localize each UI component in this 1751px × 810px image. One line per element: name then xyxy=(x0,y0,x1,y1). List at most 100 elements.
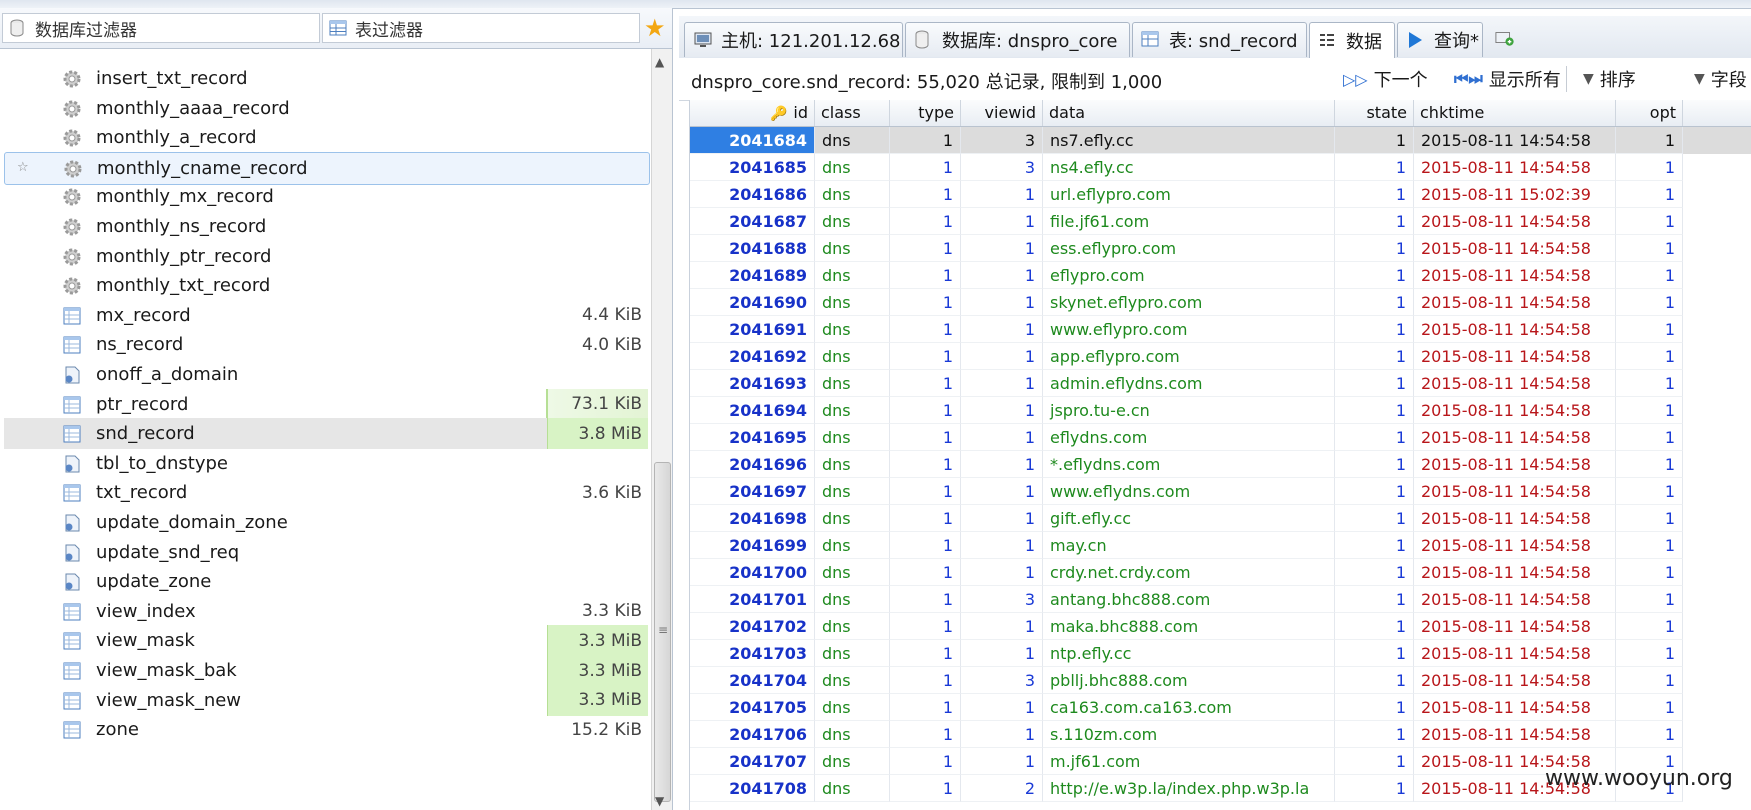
cell-state[interactable]: 1 xyxy=(1335,424,1414,451)
tab-data[interactable]: 数据 xyxy=(1309,22,1395,59)
cell-type[interactable]: 1 xyxy=(890,559,961,586)
cell-data[interactable]: ca163.com.ca163.com xyxy=(1043,694,1335,721)
cell-viewid[interactable]: 1 xyxy=(961,640,1043,667)
cell-opt[interactable]: 1 xyxy=(1616,721,1683,748)
cell-chktime[interactable]: 2015-08-11 14:54:58 xyxy=(1414,397,1616,424)
cell-state[interactable]: 1 xyxy=(1335,397,1414,424)
cell-id[interactable]: 2041706 xyxy=(690,721,815,748)
tree-item-insert-txt-record[interactable]: insert_txt_record xyxy=(4,63,648,94)
cell-type[interactable]: 1 xyxy=(890,667,961,694)
cell-type[interactable]: 1 xyxy=(890,316,961,343)
cell-id[interactable]: 2041688 xyxy=(690,235,815,262)
tree-scrollbar[interactable]: ▲ ≡ ▼ xyxy=(651,49,672,810)
cell-id[interactable]: 2041703 xyxy=(690,640,815,667)
cell-viewid[interactable]: 1 xyxy=(961,370,1043,397)
cell-data[interactable]: antang.bhc888.com xyxy=(1043,586,1335,613)
cell-type[interactable]: 1 xyxy=(890,127,961,154)
cell-id[interactable]: 2041698 xyxy=(690,505,815,532)
cell-class[interactable]: dns xyxy=(815,262,890,289)
cell-opt[interactable]: 1 xyxy=(1616,478,1683,505)
cell-chktime[interactable]: 2015-08-11 14:54:58 xyxy=(1414,154,1616,181)
cell-state[interactable]: 1 xyxy=(1335,235,1414,262)
cell-state[interactable]: 1 xyxy=(1335,640,1414,667)
cell-viewid[interactable]: 1 xyxy=(961,181,1043,208)
cell-type[interactable]: 1 xyxy=(890,775,961,802)
table-row[interactable]: 2041702 dns 1 1 maka.bhc888.com 1 2015-08-11 1… xyxy=(690,613,1751,640)
cell-class[interactable]: dns xyxy=(815,694,890,721)
cell-state[interactable]: 1 xyxy=(1335,343,1414,370)
cell-viewid[interactable]: 1 xyxy=(961,343,1043,370)
cell-id[interactable]: 2041685 xyxy=(690,154,815,181)
cell-opt[interactable]: 1 xyxy=(1616,505,1683,532)
cell-data[interactable]: pbllj.bhc888.com xyxy=(1043,667,1335,694)
cell-class[interactable]: dns xyxy=(815,424,890,451)
tree-item-monthly-aaaa-record[interactable]: monthly_aaaa_record xyxy=(4,93,648,124)
tree-item-monthly-ptr-record[interactable]: monthly_ptr_record xyxy=(4,241,648,272)
cell-data[interactable]: url.eflypro.com xyxy=(1043,181,1335,208)
tree-item-view-mask-new[interactable]: view_mask_new 3.3 MiB xyxy=(4,684,648,716)
tab-query[interactable]: 查询* xyxy=(1397,22,1483,57)
table-row[interactable]: 2041705 dns 1 1 ca163.com.ca163.com 1 2015-08-… xyxy=(690,694,1751,721)
table-row[interactable]: 2041685 dns 1 3 ns4.efly.cc 1 2015-08-11 14:54… xyxy=(690,154,1751,181)
cell-data[interactable]: www.eflydns.com xyxy=(1043,478,1335,505)
cell-chktime[interactable]: 2015-08-11 14:54:58 xyxy=(1414,667,1616,694)
cell-viewid[interactable]: 3 xyxy=(961,154,1043,181)
cell-data[interactable]: eflydns.com xyxy=(1043,424,1335,451)
cell-data[interactable]: m.jf61.com xyxy=(1043,748,1335,775)
table-row[interactable]: 2041688 dns 1 1 ess.eflypro.com 1 2015-08-11 1… xyxy=(690,235,1751,262)
cell-viewid[interactable]: 1 xyxy=(961,451,1043,478)
cell-id[interactable]: 2041686 xyxy=(690,181,815,208)
cell-id[interactable]: 2041697 xyxy=(690,478,815,505)
cell-id[interactable]: 2041694 xyxy=(690,397,815,424)
table-row[interactable]: 2041698 dns 1 1 gift.efly.cc 1 2015-08-11 14:5… xyxy=(690,505,1751,532)
cell-opt[interactable]: 1 xyxy=(1616,586,1683,613)
cell-viewid[interactable]: 1 xyxy=(961,505,1043,532)
cell-type[interactable]: 1 xyxy=(890,586,961,613)
sort-button[interactable]: ▼ 排序 xyxy=(1583,66,1636,92)
tree-item-ptr-record[interactable]: ptr_record 73.1 KiB xyxy=(4,388,648,420)
cell-class[interactable]: dns xyxy=(815,640,890,667)
cell-type[interactable]: 1 xyxy=(890,451,961,478)
cell-id[interactable]: 2041705 xyxy=(690,694,815,721)
cell-viewid[interactable]: 1 xyxy=(961,289,1043,316)
cell-data[interactable]: ntp.efly.cc xyxy=(1043,640,1335,667)
cell-data[interactable]: www.eflypro.com xyxy=(1043,316,1335,343)
cell-opt[interactable]: 1 xyxy=(1616,397,1683,424)
cell-data[interactable]: ess.eflypro.com xyxy=(1043,235,1335,262)
cell-viewid[interactable]: 1 xyxy=(961,235,1043,262)
cell-state[interactable]: 1 xyxy=(1335,127,1414,154)
fields-button[interactable]: ▼ 字段 xyxy=(1694,66,1747,92)
cell-class[interactable]: dns xyxy=(815,721,890,748)
cell-id[interactable]: 2041696 xyxy=(690,451,815,478)
table-row[interactable]: 2041699 dns 1 1 may.cn 1 2015-08-11 14:54:58 1 xyxy=(690,532,1751,559)
tree-item-tbl-to-dnstype[interactable]: tbl_to_dnstype xyxy=(4,448,648,479)
column-header-state[interactable]: state xyxy=(1335,100,1414,126)
cell-data[interactable]: s.110zm.com xyxy=(1043,721,1335,748)
cell-type[interactable]: 1 xyxy=(890,478,961,505)
cell-state[interactable]: 1 xyxy=(1335,262,1414,289)
cell-data[interactable]: admin.eflydns.com xyxy=(1043,370,1335,397)
cell-viewid[interactable]: 2 xyxy=(961,775,1043,802)
new-tab-button[interactable] xyxy=(1487,22,1527,56)
cell-viewid[interactable]: 1 xyxy=(961,316,1043,343)
cell-data[interactable]: crdy.net.crdy.com xyxy=(1043,559,1335,586)
table-row[interactable]: 2041697 dns 1 1 www.eflydns.com 1 2015-08-11 1… xyxy=(690,478,1751,505)
cell-class[interactable]: dns xyxy=(815,667,890,694)
cell-class[interactable]: dns xyxy=(815,208,890,235)
cell-class[interactable]: dns xyxy=(815,451,890,478)
cell-type[interactable]: 1 xyxy=(890,532,961,559)
cell-chktime[interactable]: 2015-08-11 14:54:58 xyxy=(1414,127,1616,154)
column-header-class[interactable]: class xyxy=(815,100,890,126)
table-row[interactable]: 2041691 dns 1 1 www.eflypro.com 1 2015-08-11 1… xyxy=(690,316,1751,343)
tree-item-view-mask[interactable]: view_mask 3.3 MiB xyxy=(4,625,648,657)
cell-opt[interactable]: 1 xyxy=(1616,316,1683,343)
cell-class[interactable]: dns xyxy=(815,316,890,343)
cell-chktime[interactable]: 2015-08-11 14:54:58 xyxy=(1414,721,1616,748)
database-filter-input[interactable]: 数据库过滤器 xyxy=(2,13,320,43)
cell-state[interactable]: 1 xyxy=(1335,586,1414,613)
cell-id[interactable]: 2041691 xyxy=(690,316,815,343)
cell-class[interactable]: dns xyxy=(815,532,890,559)
cell-chktime[interactable]: 2015-08-11 14:54:58 xyxy=(1414,694,1616,721)
tree-item-mx-record[interactable]: mx_record 4.4 KiB xyxy=(4,300,648,331)
cell-chktime[interactable]: 2015-08-11 14:54:58 xyxy=(1414,505,1616,532)
